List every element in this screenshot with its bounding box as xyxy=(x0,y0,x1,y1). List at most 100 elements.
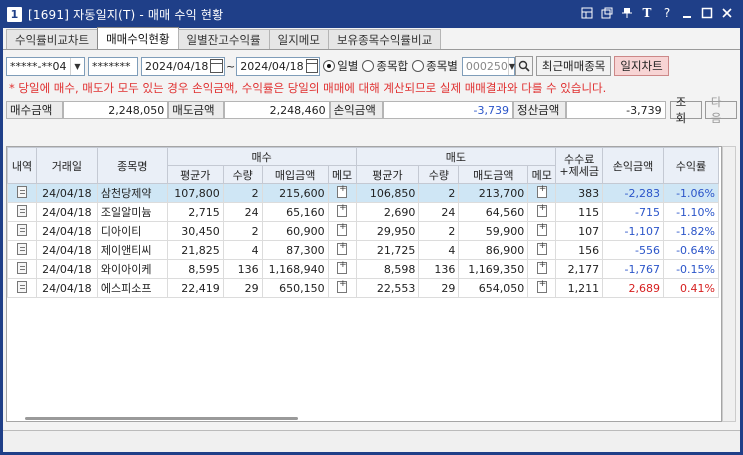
cell-date: 24/04/18 xyxy=(35,259,98,279)
sell-amount-label: 매도금액 xyxy=(168,101,225,119)
sell-memo-cell xyxy=(527,221,557,241)
tab-holding-return-compare[interactable]: 보유종목수익률비교 xyxy=(327,29,442,49)
buy-memo-icon[interactable] xyxy=(337,241,348,255)
tab-trade-profit[interactable]: 매매수익현황 xyxy=(97,27,179,49)
horizontal-scrollbar[interactable] xyxy=(25,417,298,420)
table-row[interactable]: 24/04/18와이아이케8,5951361,168,9408,5981361,… xyxy=(7,259,720,279)
password-field[interactable]: ******* xyxy=(88,56,138,76)
calendar-icon[interactable] xyxy=(305,59,319,73)
cell-rate: -0.15% xyxy=(662,259,720,279)
account-select[interactable]: *****-**04 ▼ xyxy=(6,56,85,76)
cell-buy-amount: 650,150 xyxy=(261,278,329,298)
date-to-field[interactable]: 2024/04/18 xyxy=(236,56,321,76)
detail-icon[interactable] xyxy=(16,185,27,198)
vertical-scrollbar[interactable] xyxy=(722,146,736,422)
layout-icon[interactable] xyxy=(580,6,594,20)
window-icon[interactable] xyxy=(600,6,614,20)
buy-amount-label: 매수금액 xyxy=(6,101,64,119)
sell-amount-value: 2,248,460 xyxy=(224,101,330,119)
tab-journal-memo[interactable]: 일지메모 xyxy=(268,29,329,49)
detail-icon[interactable] xyxy=(16,280,27,293)
header-sell-memo[interactable]: 메모 xyxy=(527,165,557,184)
cell-rate: -1.82% xyxy=(662,221,720,241)
pin-icon[interactable] xyxy=(620,6,634,20)
title-bar[interactable]: 1 [1691] 자동일지(T) - 매매 수익 현황 T ? xyxy=(3,0,740,28)
search-button[interactable] xyxy=(514,56,533,76)
sell-memo-icon[interactable] xyxy=(536,184,547,198)
table-row[interactable]: 24/04/18삼천당제약107,8002215,600106,8502213,… xyxy=(7,183,720,203)
header-buy-amount[interactable]: 매입금액 xyxy=(261,165,329,184)
buy-memo-icon[interactable] xyxy=(337,279,348,293)
date-from-field[interactable]: 2024/04/18 xyxy=(141,56,225,76)
detail-icon[interactable] xyxy=(16,204,27,217)
close-icon[interactable] xyxy=(720,6,734,20)
cell-sell-qty: 29 xyxy=(418,278,460,298)
header-stock-name[interactable]: 종목명 xyxy=(96,147,168,184)
date-from-value: 2024/04/18 xyxy=(145,59,209,73)
stock-code-field[interactable]: 000250 ▼ xyxy=(461,56,515,76)
detail-icon[interactable] xyxy=(16,261,27,274)
table-row[interactable]: 24/04/18조일알미늄2,7152465,1602,6902464,5601… xyxy=(7,202,720,222)
buy-memo-icon[interactable] xyxy=(337,184,348,198)
buy-memo-icon[interactable] xyxy=(337,203,348,217)
cell-date: 24/04/18 xyxy=(35,202,98,222)
calendar-icon[interactable] xyxy=(210,59,223,73)
stock-code-value: 000250 xyxy=(465,59,508,73)
header-buy-memo[interactable]: 메모 xyxy=(327,165,357,184)
cell-sell-amount: 64,560 xyxy=(458,202,529,222)
radio-stock-sum[interactable]: 종목합 xyxy=(362,58,408,74)
client-area: 수익률비교차트 매매수익현황 일별잔고수익률 일지메모 보유종목수익률비교 **… xyxy=(3,27,740,452)
help-icon[interactable]: ? xyxy=(660,6,674,20)
cell-stock-name: 삼천당제약 xyxy=(96,183,168,203)
sell-memo-cell xyxy=(527,240,557,260)
cell-buy-avg: 21,825 xyxy=(166,240,224,260)
header-pnl[interactable]: 손익금액 xyxy=(602,147,664,184)
cell-buy-amount: 1,168,940 xyxy=(261,259,329,279)
minimize-icon[interactable] xyxy=(680,6,694,20)
buy-memo-icon[interactable] xyxy=(337,222,348,236)
next-button[interactable]: 다음 xyxy=(704,95,738,125)
buy-memo-cell xyxy=(327,221,357,241)
table-row[interactable]: 24/04/18디아이티30,450260,90029,950259,90010… xyxy=(7,221,720,241)
pnl-amount-label: 손익금액 xyxy=(329,101,383,119)
header-detail[interactable]: 내역 xyxy=(7,147,37,184)
settle-amount-value: -3,739 xyxy=(566,101,666,119)
table-row[interactable]: 24/04/18에스피소프22,41929650,15022,55329654,… xyxy=(7,278,720,298)
tab-return-compare-chart[interactable]: 수익률비교차트 xyxy=(6,29,99,49)
sell-memo-icon[interactable] xyxy=(536,279,547,293)
detail-cell xyxy=(7,240,37,260)
detail-cell xyxy=(7,183,37,203)
sell-memo-icon[interactable] xyxy=(536,260,547,274)
sell-memo-icon[interactable] xyxy=(536,222,547,236)
font-icon[interactable]: T xyxy=(640,6,654,20)
header-date[interactable]: 거래일 xyxy=(35,147,98,184)
cell-buy-avg: 2,715 xyxy=(166,202,224,222)
cell-sell-qty: 24 xyxy=(418,202,460,222)
header-buy-qty[interactable]: 수량 xyxy=(222,165,263,184)
detail-icon[interactable] xyxy=(16,242,27,255)
buy-memo-icon[interactable] xyxy=(337,260,348,274)
query-button[interactable]: 조회 xyxy=(669,95,702,125)
sell-memo-icon[interactable] xyxy=(536,241,547,255)
header-rate[interactable]: 수익률 xyxy=(662,147,720,184)
header-buy-avg[interactable]: 평균가 xyxy=(166,165,224,184)
tab-daily-balance-return[interactable]: 일별잔고수익률 xyxy=(177,29,270,49)
radio-daily[interactable]: 일별 xyxy=(323,58,358,74)
header-sell-amount[interactable]: 매도금액 xyxy=(458,165,529,184)
buy-memo-cell xyxy=(327,202,357,222)
detail-cell xyxy=(7,221,37,241)
chevron-down-icon[interactable]: ▼ xyxy=(70,57,84,75)
radio-by-stock[interactable]: 종목별 xyxy=(412,58,458,74)
journal-chart-button[interactable]: 일지차트 xyxy=(614,56,669,76)
sell-memo-cell xyxy=(527,202,557,222)
header-fee[interactable]: 수수료 +제세금 xyxy=(555,147,604,184)
header-sell-qty[interactable]: 수량 xyxy=(418,165,460,184)
buy-memo-cell xyxy=(327,259,357,279)
app-window: 1 [1691] 자동일지(T) - 매매 수익 현황 T ? 수익률비교차트 … xyxy=(0,0,743,455)
maximize-icon[interactable] xyxy=(700,6,714,20)
sell-memo-icon[interactable] xyxy=(536,203,547,217)
table-row[interactable]: 24/04/18제이앤티씨21,825487,30021,725486,9001… xyxy=(7,240,720,260)
detail-icon[interactable] xyxy=(16,223,27,236)
recent-trade-stocks-button[interactable]: 최근매매종목 xyxy=(535,56,612,76)
header-sell-avg[interactable]: 평균가 xyxy=(355,165,420,184)
